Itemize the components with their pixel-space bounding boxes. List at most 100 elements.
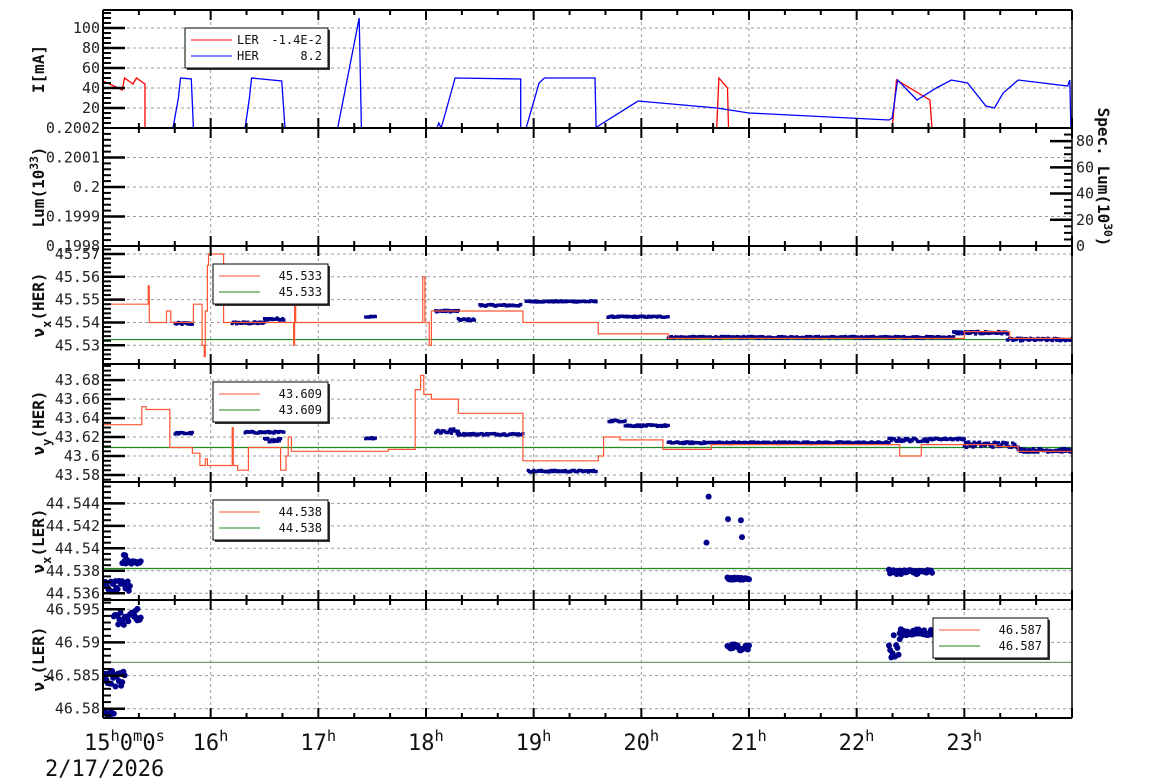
- data-point: [1005, 332, 1009, 336]
- legend-value: 46.587: [999, 639, 1042, 653]
- data-point: [967, 440, 971, 444]
- data-point: [897, 436, 901, 440]
- legend-value: 43.609: [279, 403, 322, 417]
- subscript: y: [40, 675, 54, 682]
- x-tick-label: 21h: [731, 727, 767, 756]
- label-part: 17: [300, 731, 327, 756]
- data-point: [737, 517, 744, 524]
- label-part: (HER): [29, 390, 48, 438]
- panel-luminosity: 0.19980.19990.20.20010.2002Lum(1033)0204…: [28, 108, 1115, 255]
- data-point: [137, 558, 144, 565]
- label-part: (LER): [29, 508, 48, 556]
- label-part: 19: [516, 731, 543, 756]
- y-tick-label: 60: [82, 59, 100, 77]
- y-tick-label: 43.68: [55, 371, 100, 389]
- y-tick-label: 40: [82, 79, 100, 97]
- right-tick-label: 60: [1076, 158, 1094, 176]
- label-part: 23: [946, 731, 973, 756]
- legend-value: 44.538: [279, 505, 322, 519]
- panel-tune-y-ler: 46.5846.58546.5946.595νy(LER) 46.58746.58…: [29, 599, 1073, 719]
- superscript: s: [156, 727, 165, 745]
- y-tick-label: 43.6: [64, 447, 100, 465]
- superscript: h: [865, 727, 874, 745]
- label-part: ): [1094, 237, 1113, 247]
- data-point: [746, 576, 752, 583]
- subscript: x: [40, 557, 54, 564]
- y-tick-label: 43.64: [55, 409, 100, 427]
- superscript: h: [435, 727, 444, 745]
- superscript: m: [133, 727, 142, 745]
- data-point: [137, 614, 144, 621]
- label-part: 22: [839, 731, 866, 756]
- data-point: [894, 644, 901, 651]
- legend: 45.533 45.533: [212, 263, 330, 306]
- subscript: x: [40, 321, 54, 328]
- label-part: (LER): [29, 626, 48, 674]
- y-tick-label: 45.57: [55, 245, 100, 263]
- y-tick-label: 43.62: [55, 428, 100, 446]
- right-tick-label: 20: [1076, 211, 1094, 229]
- label-part: ν: [29, 446, 48, 456]
- legend: LER -1.4E-2 HER 8.2: [184, 27, 330, 70]
- y-tick-label: 43.66: [55, 390, 100, 408]
- legend-value: 8.2: [300, 49, 322, 63]
- x-tick-label: 15h0m0s: [84, 727, 165, 756]
- y-tick-label: 0.2: [73, 178, 100, 196]
- legend-label: LER: [237, 33, 259, 47]
- x-tick-label: 17h: [300, 727, 336, 756]
- data-point: [703, 539, 710, 546]
- label-part: Spec. Lum(10: [1094, 108, 1113, 224]
- y-tick-label: 0.2002: [46, 119, 100, 137]
- y-tick-label: 43.58: [55, 466, 100, 484]
- data-point: [594, 300, 598, 304]
- label-part: I[mA]: [29, 45, 48, 93]
- superscript: 30: [1102, 223, 1115, 237]
- x-tick-label: 19h: [516, 727, 552, 756]
- data-point: [126, 583, 133, 590]
- superscript: h: [758, 727, 767, 745]
- data-point: [890, 632, 897, 639]
- x-tick-label: 18h: [408, 727, 444, 756]
- y-axis-label: νx(HER): [29, 272, 54, 337]
- data-point: [279, 436, 283, 441]
- legend-value: 45.533: [279, 285, 322, 299]
- y-tick-label: 45.56: [55, 268, 100, 286]
- panel-tune-y-her: 43.5843.643.6243.6443.6643.68νy(HER) 43.6…: [29, 363, 1073, 484]
- data-point: [962, 437, 966, 441]
- y-tick-label: 44.542: [46, 517, 100, 535]
- superscript: h: [111, 727, 120, 745]
- data-point: [472, 318, 477, 322]
- data-point: [746, 642, 752, 649]
- label-part: 21: [731, 731, 758, 756]
- superscript: h: [542, 727, 551, 745]
- data-point: [991, 445, 995, 449]
- y-tick-label: 46.58: [55, 700, 100, 718]
- legend-value: 45.533: [279, 269, 322, 283]
- data-point: [134, 605, 141, 612]
- y-tick-label: 0.2001: [46, 149, 100, 167]
- y-tick-label: 44.544: [46, 494, 100, 512]
- right-tick-label: 40: [1076, 185, 1094, 203]
- data-point: [119, 679, 126, 686]
- data-point: [266, 436, 270, 440]
- legend-value: -1.4E-2: [271, 33, 322, 47]
- x-tick-label: 23h: [946, 727, 982, 756]
- y-tick-label: 44.54: [55, 539, 100, 557]
- superscript: 33: [28, 156, 41, 170]
- y-tick-label: 0.1999: [46, 208, 100, 226]
- legend-label: HER: [237, 49, 259, 63]
- superscript: h: [219, 727, 228, 745]
- y-tick-label: 45.54: [55, 313, 100, 331]
- data-point: [117, 609, 124, 616]
- label-part: ): [29, 147, 48, 157]
- data-point: [964, 445, 969, 450]
- y-tick-label: 20: [82, 99, 100, 117]
- superscript: h: [650, 727, 659, 745]
- superscript: h: [973, 727, 982, 745]
- data-point: [519, 302, 523, 307]
- panel-beam-current: 20 40 60 80 100 I[mA] LER -1.4E-2 HER 8.2: [29, 9, 1073, 129]
- y-tick-label: 45.53: [55, 336, 100, 354]
- legend: 44.538 44.538: [212, 499, 330, 542]
- label-part: ν: [29, 564, 48, 574]
- y-tick-label: 46.595: [46, 600, 100, 618]
